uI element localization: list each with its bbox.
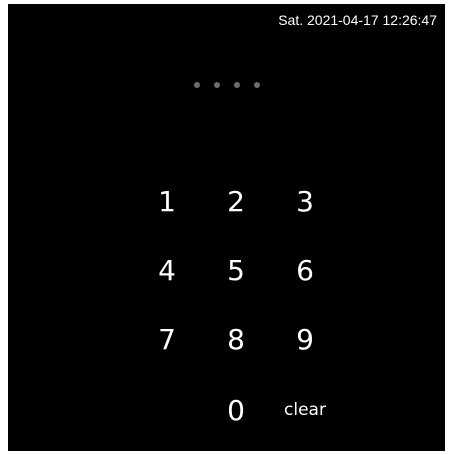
pin-dot bbox=[194, 82, 200, 88]
key-9[interactable]: 9 bbox=[275, 319, 335, 359]
pin-dot bbox=[234, 82, 240, 88]
key-1[interactable]: 1 bbox=[137, 181, 197, 221]
key-2[interactable]: 2 bbox=[206, 181, 266, 221]
key-3[interactable]: 3 bbox=[275, 181, 335, 221]
pin-indicator bbox=[194, 82, 260, 88]
status-datetime: Sat. 2021-04-17 12:26:47 bbox=[278, 12, 437, 28]
key-0[interactable]: 0 bbox=[206, 390, 266, 430]
key-4[interactable]: 4 bbox=[137, 250, 197, 290]
pin-dot bbox=[214, 82, 220, 88]
key-8[interactable]: 8 bbox=[206, 319, 266, 359]
lock-screen: Sat. 2021-04-17 12:26:47 1 2 3 4 5 6 7 8… bbox=[8, 4, 445, 451]
key-5[interactable]: 5 bbox=[206, 250, 266, 290]
pin-dot bbox=[254, 82, 260, 88]
key-6[interactable]: 6 bbox=[275, 250, 335, 290]
key-7[interactable]: 7 bbox=[137, 319, 197, 359]
clear-button[interactable]: clear bbox=[275, 390, 335, 430]
